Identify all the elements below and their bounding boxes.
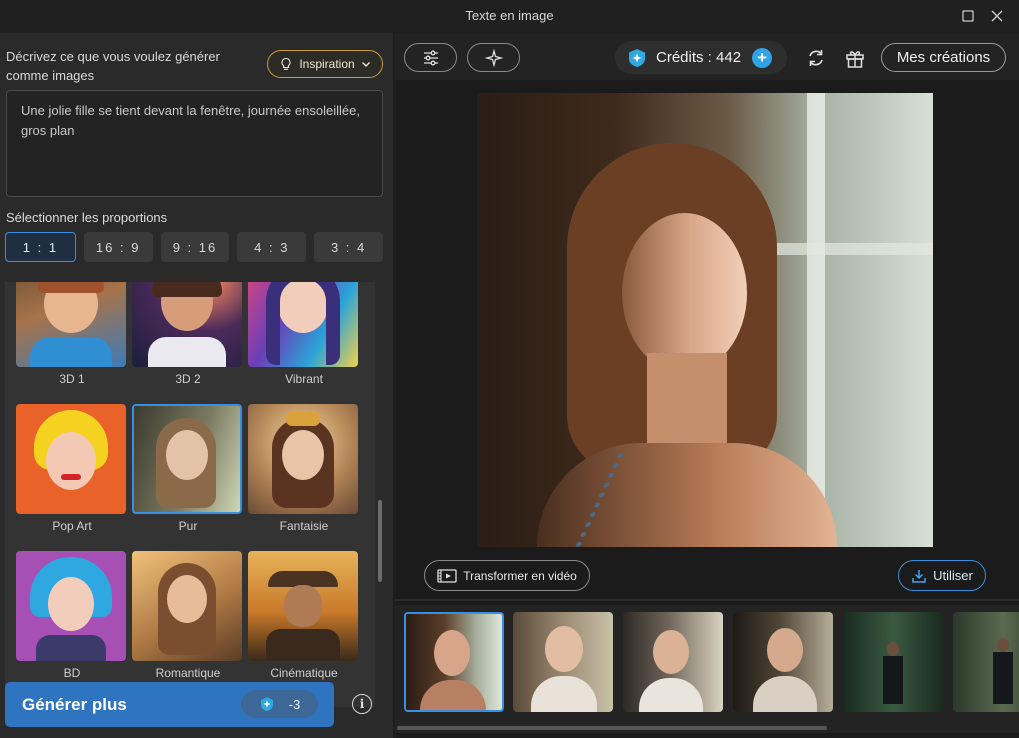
style-bd[interactable]: BD (16, 551, 128, 680)
style-3d1[interactable]: 3D 1 (16, 282, 128, 386)
gift-icon (846, 51, 864, 68)
video-icon (437, 568, 457, 583)
style-pop-art-label: Pop Art (52, 519, 92, 533)
history-strip (395, 605, 1019, 733)
chevron-down-icon (361, 62, 370, 67)
ratio-3-4[interactable]: 3 : 4 (314, 232, 383, 262)
download-icon (912, 569, 926, 583)
inspiration-button[interactable]: Inspiration (267, 50, 383, 78)
style-3d1-thumbnail (16, 282, 126, 367)
style-cinematique[interactable]: Cinématique (248, 551, 360, 680)
transform-label: Transformer en vidéo (463, 568, 577, 583)
history-thumbnail-3[interactable] (623, 612, 723, 712)
left-panel: Décrivez ce que vous voulez générer comm… (0, 33, 393, 738)
style-3d2-label: 3D 2 (175, 372, 201, 386)
magic-button[interactable] (467, 43, 520, 72)
generate-cost-badge: -3 (241, 690, 318, 718)
ratio-9-16[interactable]: 9 : 16 (160, 232, 230, 262)
credits-pill: Crédits : 442 + (615, 41, 787, 74)
close-button[interactable] (986, 6, 1008, 26)
prompt-textarea[interactable]: Une jolie fille se tient devant la fenêt… (6, 90, 383, 197)
refresh-button[interactable] (804, 46, 828, 70)
transform-to-video-button[interactable]: Transformer en vidéo (424, 560, 590, 591)
style-cinematique-thumbnail (248, 551, 358, 661)
style-fantaisie-label: Fantaisie (279, 519, 329, 533)
style-romantique[interactable]: Romantique (132, 551, 244, 680)
style-vibrant-label: Vibrant (285, 372, 323, 386)
style-pur[interactable]: Pur (132, 404, 244, 533)
history-thumbnail-1[interactable] (404, 612, 504, 712)
style-fantaisie[interactable]: Fantaisie (248, 404, 360, 533)
use-label: Utiliser (933, 568, 973, 583)
ratio-4-3[interactable]: 4 : 3 (237, 232, 307, 262)
style-grid-scrollbar[interactable] (378, 500, 382, 582)
style-bd-label: BD (63, 666, 81, 680)
style-vibrant-thumbnail (248, 282, 358, 367)
generate-more-button[interactable]: Générer plus -3 (5, 682, 334, 727)
sparkle-icon (484, 48, 503, 67)
history-scrollbar[interactable] (397, 726, 827, 730)
divider (395, 599, 1019, 601)
ratio-selector: 1 : 1 16 : 9 9 : 16 4 : 3 3 : 4 (5, 232, 383, 262)
style-pur-label: Pur (178, 519, 198, 533)
generate-cost: -3 (288, 696, 301, 712)
ratio-1-1[interactable]: 1 : 1 (5, 232, 76, 262)
style-pop-art-thumbnail (16, 404, 126, 514)
main-generated-image (477, 93, 933, 547)
right-toolbar: Crédits : 442 + Mes créations (395, 33, 1019, 80)
prompt-label: Décrivez ce que vous voulez générer comm… (6, 49, 220, 83)
info-icon[interactable]: i (352, 694, 372, 714)
face-shape (622, 213, 747, 373)
close-icon (991, 10, 1003, 22)
credit-icon (260, 697, 273, 711)
right-panel: Crédits : 442 + Mes créations Transforme… (395, 33, 1019, 738)
style-3d2[interactable]: 3D 2 (132, 282, 244, 386)
inspiration-label: Inspiration (299, 57, 355, 71)
use-button[interactable]: Utiliser (898, 560, 986, 591)
style-fantaisie-thumbnail (248, 404, 358, 514)
style-pop-art[interactable]: Pop Art (16, 404, 128, 533)
add-credits-button[interactable]: + (752, 47, 773, 68)
history-thumbnail-6[interactable] (953, 612, 1019, 712)
title-bar: Texte en image (0, 0, 1019, 33)
my-creations-button[interactable]: Mes créations (881, 43, 1006, 72)
refresh-icon (809, 50, 823, 66)
style-3d2-thumbnail (132, 282, 242, 367)
lightbulb-icon (281, 57, 291, 70)
ratio-label: Sélectionner les proportions (6, 210, 168, 225)
maximize-button[interactable] (957, 6, 979, 26)
style-vibrant[interactable]: Vibrant (248, 282, 360, 386)
sliders-icon (423, 50, 438, 65)
maximize-icon (962, 10, 974, 22)
window-title: Texte en image (465, 8, 554, 23)
history-thumbnail-2[interactable] (513, 612, 613, 712)
style-pur-thumbnail (132, 404, 242, 514)
style-grid: 3D 1 3D 2 Vibrant Pop Art Pur Fantaisie … (5, 282, 375, 707)
settings-button[interactable] (404, 43, 457, 72)
history-thumbnail-4[interactable] (733, 612, 833, 712)
style-bd-thumbnail (16, 551, 126, 661)
history-thumbnail-5[interactable] (843, 612, 943, 712)
style-3d1-label: 3D 1 (59, 372, 85, 386)
style-romantique-thumbnail (132, 551, 242, 661)
credits-label: Crédits : 442 (656, 49, 742, 66)
generate-label: Générer plus (22, 694, 127, 714)
style-romantique-label: Romantique (155, 666, 221, 680)
gift-button[interactable] (843, 46, 867, 70)
ratio-16-9[interactable]: 16 : 9 (83, 232, 153, 262)
credit-shield-icon (629, 48, 645, 67)
style-cinematique-label: Cinématique (270, 666, 338, 680)
